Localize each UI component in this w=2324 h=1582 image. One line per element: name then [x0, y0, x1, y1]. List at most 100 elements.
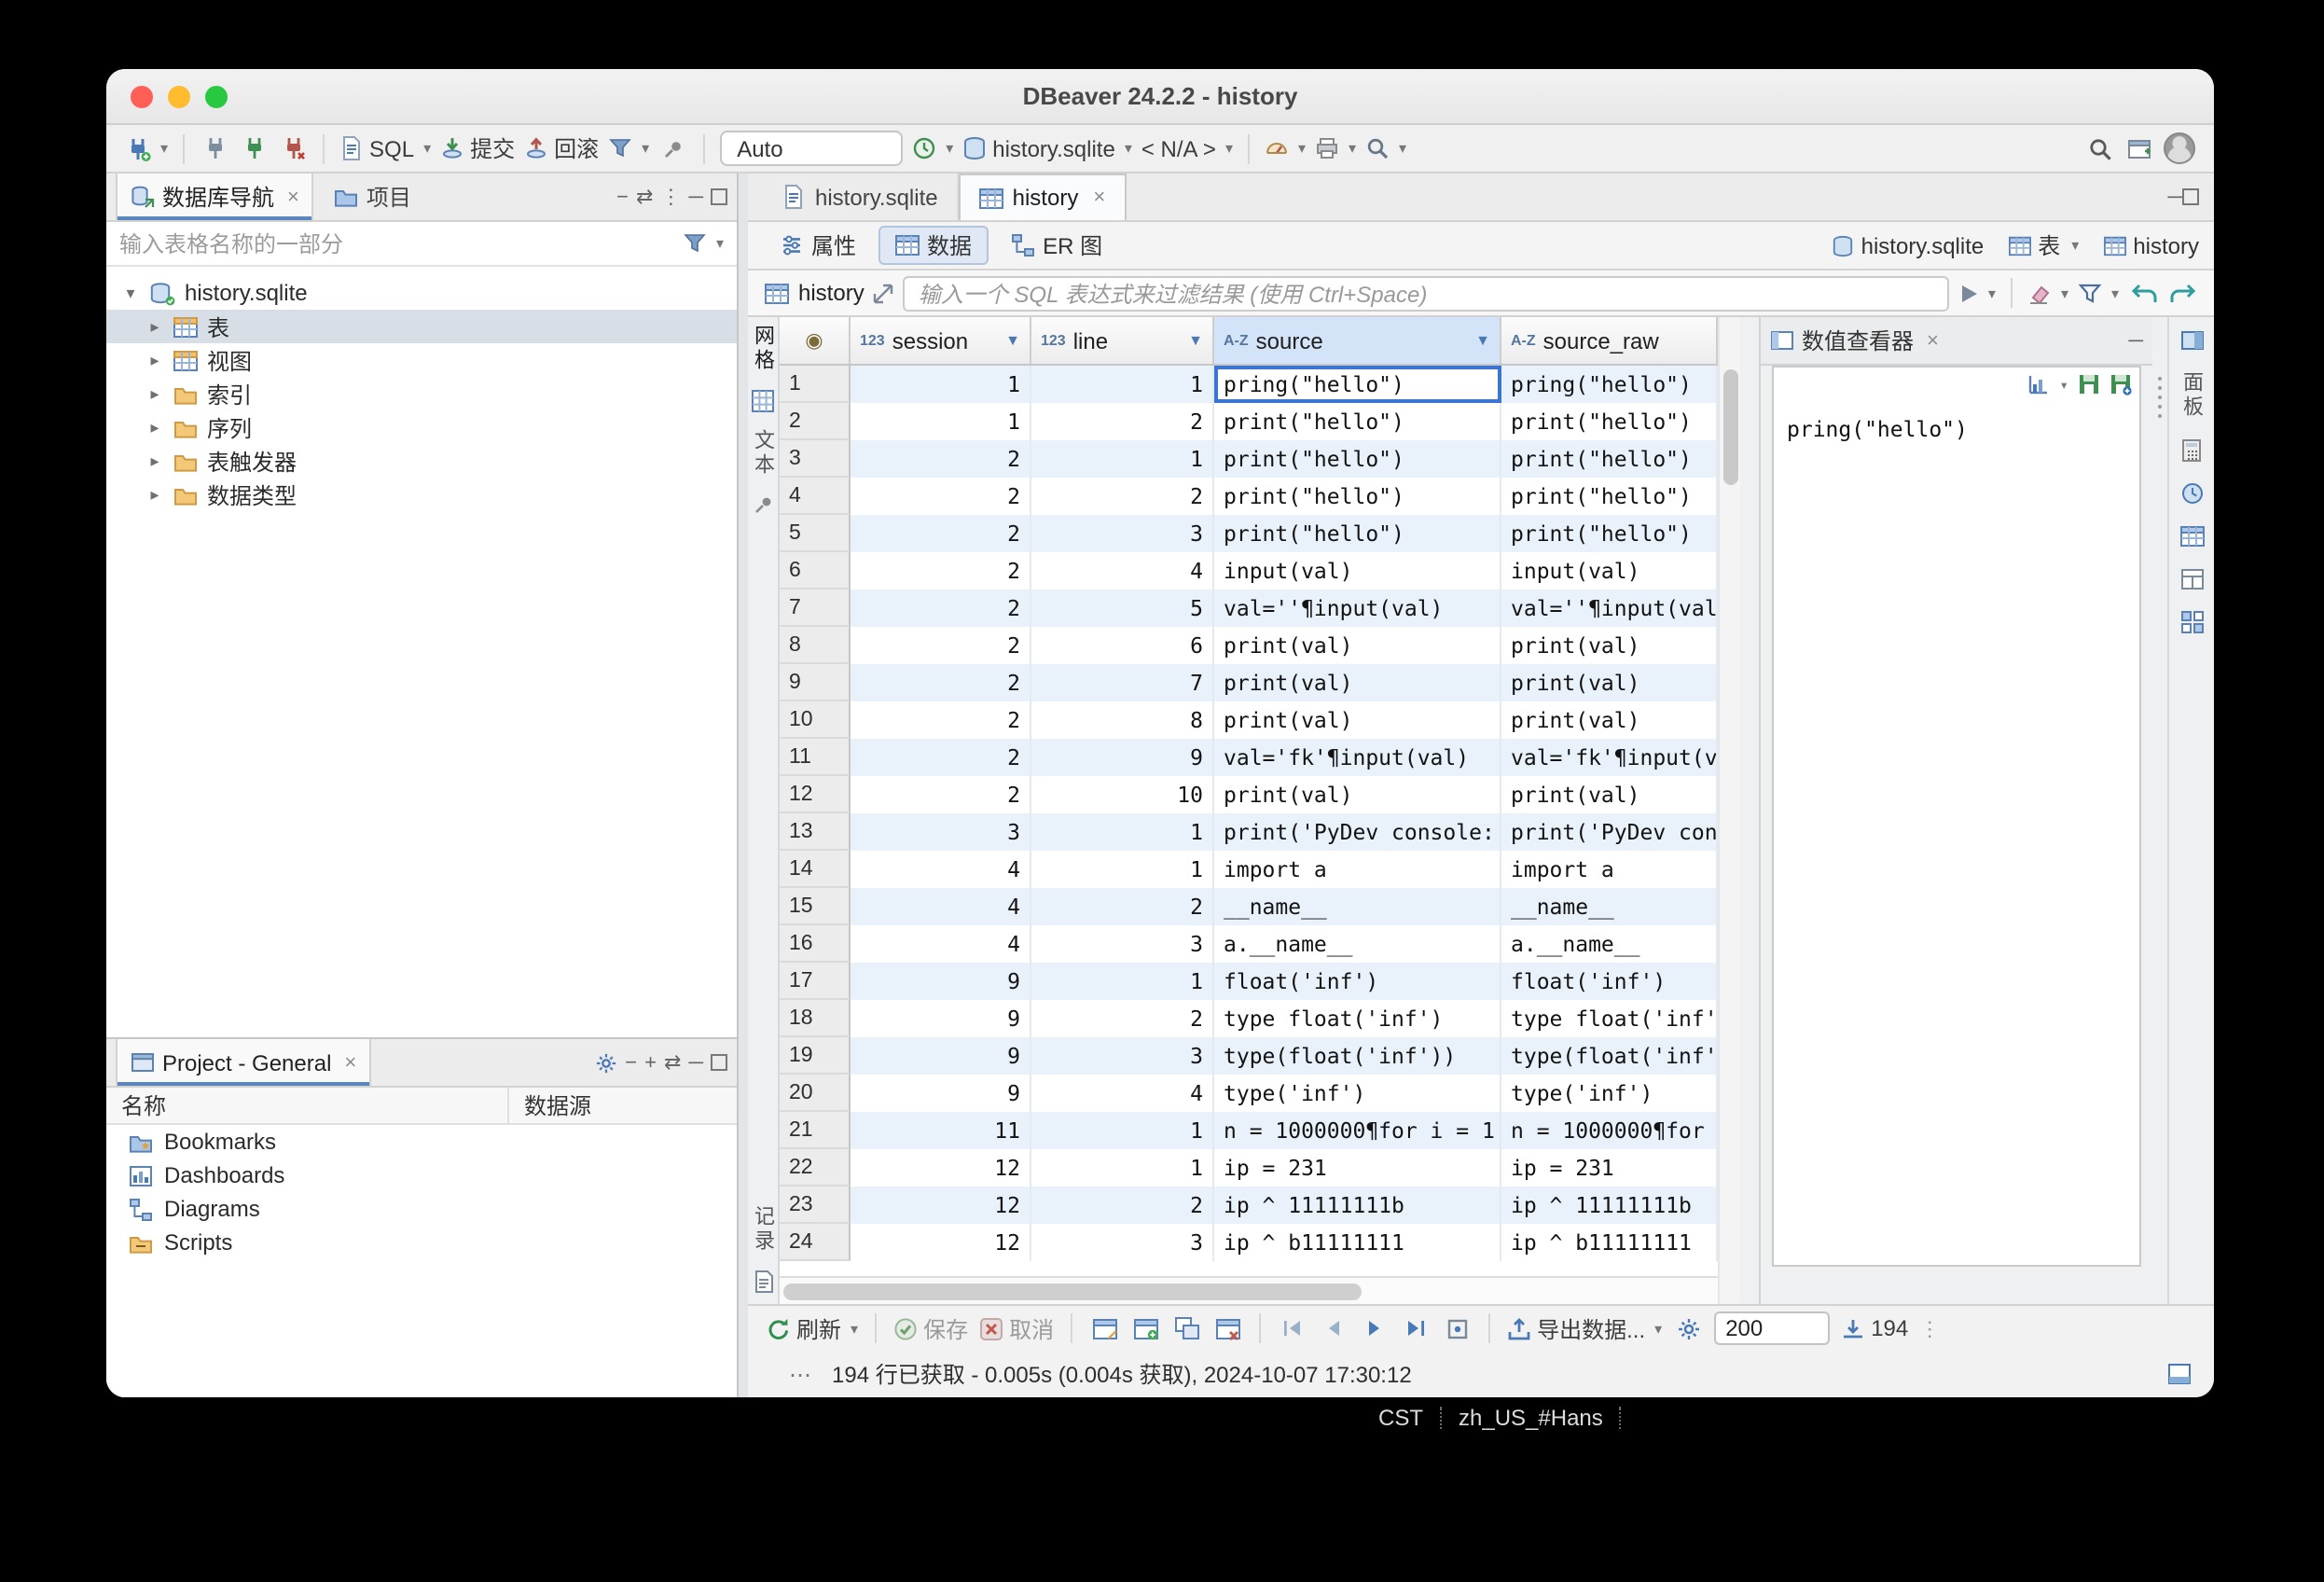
cell-line[interactable]: 4 — [1031, 552, 1214, 590]
tree-node[interactable]: ▸视图 — [106, 343, 737, 377]
project-item[interactable]: Diagrams — [106, 1192, 737, 1226]
value-content[interactable]: ▾ pring("hello") — [1772, 366, 2141, 1267]
cell-source-raw[interactable]: val='fk'¶input(val) — [1501, 739, 1718, 776]
project-item[interactable]: Dashboards — [106, 1159, 737, 1192]
cell-line[interactable]: 3 — [1031, 1037, 1214, 1075]
duplicate-row-button[interactable] — [1171, 1313, 1201, 1343]
record-mode-toggle[interactable]: 记录 — [750, 1205, 776, 1254]
cell-source[interactable]: ip ^ b11111111 — [1214, 1224, 1501, 1261]
cell-source-raw[interactable]: val=''¶input(val) — [1501, 590, 1718, 627]
row-number-cell[interactable]: 15 — [780, 888, 851, 925]
project-item[interactable]: Scripts — [106, 1226, 737, 1259]
close-icon[interactable]: × — [1093, 187, 1105, 209]
cell-session[interactable]: 2 — [851, 440, 1031, 478]
clear-filter-button[interactable]: ▾ — [2027, 281, 2068, 305]
minimize-view-icon[interactable]: ─ — [688, 1051, 703, 1074]
cell-source[interactable]: print("hello") — [1214, 440, 1501, 478]
cell-source-raw[interactable]: print(val) — [1501, 664, 1718, 701]
cell-source-raw[interactable]: float('inf') — [1501, 963, 1718, 1000]
cell-session[interactable]: 12 — [851, 1224, 1031, 1261]
zoom-window-button[interactable] — [205, 86, 228, 108]
column-header-source[interactable]: A-Z source ▼ — [1214, 317, 1501, 364]
cell-source-raw[interactable]: ip = 231 — [1501, 1149, 1718, 1186]
cell-source[interactable]: print("hello") — [1214, 478, 1501, 515]
cell-session[interactable]: 11 — [851, 1112, 1031, 1149]
cell-line[interactable]: 5 — [1031, 590, 1214, 627]
cell-source[interactable]: print("hello") — [1214, 515, 1501, 552]
cell-line[interactable]: 1 — [1031, 366, 1214, 403]
open-perspective-button[interactable] — [2124, 133, 2154, 163]
save-button[interactable]: 保存 — [893, 1312, 968, 1344]
panels-label[interactable]: 面板 — [2179, 371, 2205, 420]
cell-source[interactable]: type(float('inf')) — [1214, 1037, 1501, 1075]
sql-editor-button[interactable]: SQL ▾ — [339, 135, 431, 161]
cell-line[interactable]: 2 — [1031, 478, 1214, 515]
cell-source[interactable]: n = 1000000¶for i = 1 to — [1214, 1112, 1501, 1149]
panel-splitter[interactable] — [739, 173, 748, 1397]
minimize-editor-icon[interactable]: ─ — [2167, 186, 2182, 208]
project-item[interactable]: Bookmarks — [106, 1125, 737, 1159]
panel-drag-handle[interactable] — [2152, 317, 2167, 1304]
cell-source[interactable]: print(val) — [1214, 701, 1501, 739]
row-number-cell[interactable]: 22 — [780, 1149, 851, 1186]
collapse-all-icon[interactable]: − — [616, 186, 629, 208]
cell-source-raw[interactable]: ip ^ 11111111b — [1501, 1186, 1718, 1224]
cell-source-raw[interactable]: print(val) — [1501, 776, 1718, 813]
chevron-right-icon[interactable]: ▸ — [145, 417, 164, 437]
delete-row-button[interactable] — [1212, 1313, 1242, 1343]
filter-settings-button[interactable]: ▾ — [683, 231, 724, 256]
row-number-cell[interactable]: 9 — [780, 664, 851, 701]
cell-source-raw[interactable]: print("hello") — [1501, 403, 1718, 440]
column-header-datasource[interactable]: 数据源 — [509, 1089, 591, 1121]
toolbar-overflow-icon[interactable]: ⋮ — [1919, 1316, 1940, 1340]
cell-source[interactable]: print(val) — [1214, 664, 1501, 701]
save-value-icon[interactable] — [2078, 373, 2100, 396]
first-row-button[interactable] — [1278, 1313, 1307, 1343]
cell-session[interactable]: 1 — [851, 366, 1031, 403]
cell-session[interactable]: 1 — [851, 403, 1031, 440]
cell-source-raw[interactable]: n = 1000000¶for i — [1501, 1112, 1718, 1149]
column-header-line[interactable]: 123 line ▼ — [1031, 317, 1214, 364]
cell-source-raw[interactable]: input(val) — [1501, 552, 1718, 590]
view-menu-icon[interactable]: ⋮ — [660, 185, 681, 209]
row-number-cell[interactable]: 24 — [780, 1224, 851, 1261]
chevron-right-icon[interactable]: ▸ — [145, 383, 164, 404]
refresh-button[interactable]: 刷新 ▾ — [767, 1312, 858, 1344]
cell-source[interactable]: print(val) — [1214, 776, 1501, 813]
tree-node[interactable]: ▸数据类型 — [106, 478, 737, 511]
filter-menu-button[interactable]: ▾ — [2078, 281, 2119, 305]
cell-session[interactable]: 9 — [851, 1037, 1031, 1075]
tab-properties[interactable]: 属性 — [763, 226, 873, 265]
filter-forward-button[interactable] — [2167, 278, 2197, 308]
performance-monitor-button[interactable]: ▾ — [1265, 136, 1306, 160]
fetch-size-input[interactable] — [1714, 1311, 1830, 1345]
last-row-button[interactable] — [1401, 1313, 1431, 1343]
column-header-session[interactable]: 123 session ▼ — [851, 317, 1031, 364]
cell-session[interactable]: 2 — [851, 701, 1031, 739]
new-connection-button[interactable]: ▾ — [125, 135, 168, 161]
scrollbar-thumb[interactable] — [783, 1284, 1362, 1300]
cell-source-raw[interactable]: print(val) — [1501, 701, 1718, 739]
tree-node[interactable]: ▸表触发器 — [106, 444, 737, 478]
grid-presentation-icon[interactable] — [752, 390, 774, 412]
status-menu-icon[interactable]: ⋯ — [789, 1361, 813, 1387]
titlebar[interactable]: DBeaver 24.2.2 - history — [106, 69, 2214, 125]
rollback-button[interactable]: 回滚 — [524, 132, 599, 164]
row-number-cell[interactable]: 4 — [780, 478, 851, 515]
maximize-view-icon[interactable] — [711, 1054, 727, 1071]
close-icon[interactable]: × — [344, 1051, 356, 1074]
cell-line[interactable]: 3 — [1031, 515, 1214, 552]
cell-session[interactable]: 2 — [851, 478, 1031, 515]
cell-session[interactable]: 4 — [851, 888, 1031, 925]
tree-node[interactable]: ▸序列 — [106, 410, 737, 444]
cell-source[interactable]: pring("hello") — [1214, 366, 1501, 403]
collapse-icon[interactable]: − — [625, 1051, 637, 1074]
cell-line[interactable]: 1 — [1031, 1149, 1214, 1186]
cell-source-raw[interactable]: __name__ — [1501, 888, 1718, 925]
cell-session[interactable]: 9 — [851, 1000, 1031, 1037]
presentation-text-tab[interactable]: 文本 — [750, 429, 776, 478]
value-format-button[interactable]: ▾ — [2027, 373, 2068, 396]
cell-source-raw[interactable]: print("hello") — [1501, 478, 1718, 515]
cell-source-raw[interactable]: type(float('inf')) — [1501, 1037, 1718, 1075]
close-window-button[interactable] — [131, 86, 153, 108]
